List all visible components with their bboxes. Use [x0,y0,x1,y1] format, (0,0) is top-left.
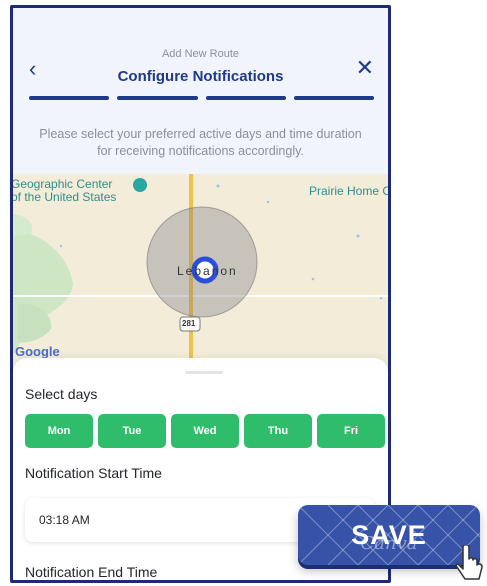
sheet-handle[interactable] [185,371,223,374]
description-text: Please select your preferred active days… [39,127,362,158]
day-chip-wed[interactable]: Wed [171,414,239,448]
select-days-label: Select days [25,386,98,402]
map-label-prairie: Prairie Home C [309,184,388,198]
day-chip-thu[interactable]: Thu [244,414,312,448]
close-icon[interactable]: ✕ [356,57,374,79]
phone-frame: ‹ Add New Route Configure Notifications … [10,5,391,583]
day-selector: Mon Tue Wed Thu Fri [25,414,385,448]
google-logo: Google [15,344,60,359]
progress-step [29,96,110,100]
map-label-city: Lebanon [177,264,238,278]
pointer-cursor-icon [455,545,483,580]
start-time-value: 03:18 AM [39,513,90,527]
day-chip-tue[interactable]: Tue [98,414,166,448]
progress-step [205,96,286,100]
map-label-geo-center: Geographic Center of the United States [13,178,116,204]
header-subtitle: Add New Route [161,48,240,60]
end-time-label: Notification End Time [25,564,158,580]
progress-steps [29,96,374,100]
day-chip-fri[interactable]: Fri [317,414,385,448]
day-chip-mon[interactable]: Mon [25,414,93,448]
watermark: Canva [360,533,418,554]
progress-step [117,96,198,100]
start-time-label: Notification Start Time [25,465,162,481]
map-view[interactable]: Geographic Center of the United States P… [13,174,388,374]
header: ‹ Add New Route Configure Notifications … [13,8,388,128]
save-button[interactable]: SAVE Canva [298,505,480,565]
page-title: Configure Notifications [117,68,284,85]
map-label-line: of the United States [13,190,117,204]
progress-step [293,96,374,100]
highway-label: 281 [182,319,196,328]
